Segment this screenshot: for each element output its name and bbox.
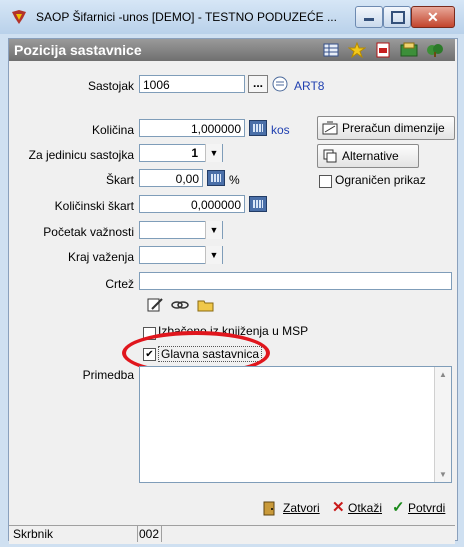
- skart-unit: %: [229, 173, 240, 187]
- preracun-label: Preračun dimenzije: [342, 121, 445, 135]
- calculator-icon[interactable]: [249, 196, 267, 212]
- close-door-icon: [261, 500, 279, 516]
- skart-label: Škart: [105, 173, 134, 187]
- alternative-label: Alternative: [342, 149, 399, 163]
- ogranicen-prikaz-checkbox[interactable]: [319, 175, 332, 188]
- export-icon[interactable]: [400, 42, 418, 58]
- status-code: 002: [135, 526, 162, 542]
- za-jedinicu-value: 1: [191, 146, 198, 160]
- zatvori-label: Zatvori: [283, 501, 320, 515]
- page-title: Pozicija sastavnice: [14, 42, 142, 58]
- crtez-input[interactable]: [139, 272, 452, 290]
- star-icon[interactable]: [347, 41, 367, 59]
- dimension-icon: [322, 120, 338, 136]
- tree-icon[interactable]: [426, 42, 444, 58]
- alternative-icon: [322, 148, 338, 164]
- article-link[interactable]: ART8: [294, 79, 324, 93]
- chevron-down-icon[interactable]: ▼: [205, 144, 222, 162]
- link-icon[interactable]: [171, 297, 189, 313]
- minimize-button[interactable]: [355, 6, 383, 28]
- pocetak-vaznosti-select[interactable]: ▼: [139, 221, 223, 239]
- window-title: SAOP Šifarnici -unos [DEMO] - TESTNO POD…: [36, 10, 337, 24]
- za-jedinicu-select[interactable]: 1 ▼: [139, 144, 223, 162]
- skart-input[interactable]: 0,00: [139, 169, 203, 187]
- folder-open-icon[interactable]: [197, 297, 215, 313]
- kraj-vazenja-select[interactable]: ▼: [139, 246, 223, 264]
- detail-icon[interactable]: [272, 76, 288, 92]
- app-icon: [10, 8, 28, 26]
- primedba-textarea[interactable]: ▲ ▼: [139, 366, 452, 483]
- edit-icon[interactable]: [146, 297, 164, 313]
- maximize-icon: [391, 11, 405, 24]
- status-user-label: Skrbnik: [9, 526, 138, 542]
- primedba-label: Primedba: [82, 368, 134, 382]
- scrollbar[interactable]: ▲ ▼: [434, 367, 451, 482]
- cancel-icon: ✕: [332, 499, 345, 516]
- za-jedinicu-label: Za jedinicu sastojka: [28, 148, 134, 162]
- kolicinski-skart-input[interactable]: 0,000000: [139, 195, 245, 213]
- chevron-down-icon[interactable]: ▼: [205, 246, 222, 264]
- otkazi-label: Otkaži: [348, 501, 383, 515]
- calculator-icon[interactable]: [207, 170, 225, 186]
- scroll-up-icon[interactable]: ▲: [439, 370, 447, 379]
- crtez-label: Crtež: [105, 277, 134, 291]
- kolicinski-skart-label: Količinski škart: [54, 199, 134, 213]
- maximize-button[interactable]: [383, 6, 411, 28]
- preracun-dimenzije-button[interactable]: Preračun dimenzije: [317, 116, 455, 140]
- chevron-down-icon[interactable]: ▼: [205, 221, 222, 239]
- potvrdi-label: Potvrdi: [408, 501, 446, 515]
- kolicina-input[interactable]: 1,000000: [139, 119, 245, 137]
- grid-icon[interactable]: [322, 42, 340, 58]
- pocetak-vaznosti-label: Početak važnosti: [43, 225, 134, 239]
- kraj-vazenja-label: Kraj važenja: [67, 250, 134, 264]
- scroll-down-icon[interactable]: ▼: [439, 470, 447, 479]
- browse-button[interactable]: ...: [248, 75, 268, 93]
- pdf-icon[interactable]: [374, 42, 392, 58]
- sastojak-label: Sastojak: [87, 79, 134, 93]
- minimize-icon: [364, 18, 374, 21]
- check-icon: ✓: [392, 499, 405, 516]
- ogranicen-prikaz-label: Ograničen prikaz: [335, 173, 426, 187]
- close-button[interactable]: ✕: [411, 6, 455, 28]
- calculator-icon[interactable]: [249, 120, 267, 136]
- alternative-button[interactable]: Alternative: [317, 144, 419, 168]
- kolicina-unit: kos: [271, 123, 290, 137]
- sastojak-input[interactable]: 1006: [139, 75, 245, 93]
- kolicina-label: Količina: [91, 123, 134, 137]
- close-icon: ✕: [427, 9, 439, 25]
